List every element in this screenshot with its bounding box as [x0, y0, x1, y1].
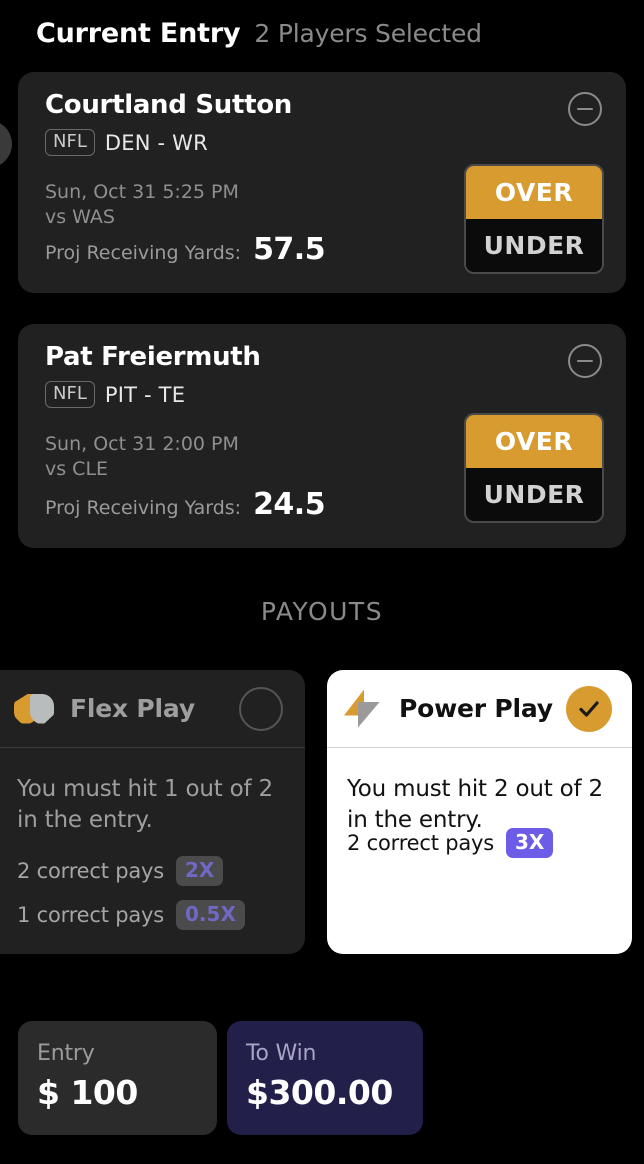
payout-option-body: You must hit 2 out of 2 in the entry. 2 … — [327, 748, 632, 954]
flex-play-icon — [14, 693, 54, 724]
payouts-heading: PAYOUTS — [260, 597, 384, 626]
multiplier-badge: 2X — [176, 856, 224, 886]
over-button[interactable]: OVER — [466, 166, 602, 219]
entry-towin-label: To Win — [246, 1041, 317, 1066]
player-stat: Proj Receiving Yards: 57.5 — [45, 232, 326, 267]
entry-stake-label: Entry — [37, 1041, 95, 1066]
payout-rule: 1 correct pays 0.5X — [17, 900, 245, 930]
over-under-toggle[interactable]: OVER UNDER — [464, 164, 604, 274]
stat-label: Proj Receiving Yards: — [45, 242, 242, 264]
payout-option-flex-play[interactable]: Flex Play You must hit 1 out of 2 in the… — [0, 670, 305, 954]
entry-stake-field[interactable]: Entry $ 100 — [18, 1021, 217, 1135]
payout-radio-selected[interactable] — [566, 685, 612, 732]
stat-value: 57.5 — [253, 232, 326, 267]
player-stat: Proj Receiving Yards: 24.5 — [45, 487, 326, 522]
entry-header: Current Entry 2 Players Selected — [36, 18, 482, 49]
payout-option-header: Power Play — [327, 670, 632, 748]
payout-option-title: Power Play — [399, 694, 553, 723]
payout-rule: 2 correct pays 2X — [17, 856, 245, 886]
minus-icon — [577, 360, 593, 362]
players-selected-count: 2 Players Selected — [254, 19, 482, 48]
payout-rules: 2 correct pays 3X — [347, 814, 554, 858]
remove-player-button[interactable] — [568, 92, 602, 126]
multiplier-badge: 0.5X — [176, 900, 245, 930]
player-team-position: DEN - WR — [104, 130, 208, 155]
rule-text: 1 correct pays — [17, 903, 165, 927]
minus-icon — [577, 108, 593, 110]
stat-value: 24.5 — [253, 487, 326, 522]
player-card[interactable]: Courtland Sutton NFL DEN - WR Sun, Oct 3… — [18, 72, 626, 293]
rule-text: 2 correct pays — [17, 859, 165, 883]
remove-player-button[interactable] — [568, 344, 602, 378]
over-under-toggle[interactable]: OVER UNDER — [464, 413, 604, 523]
player-name: Pat Freiermuth — [45, 342, 261, 372]
under-button[interactable]: UNDER — [466, 468, 602, 521]
player-meta: NFL DEN - WR — [45, 129, 208, 156]
player-name: Courtland Sutton — [45, 90, 292, 120]
player-team-position: PIT - TE — [104, 382, 186, 407]
entry-stake-value[interactable]: $ 100 — [37, 1073, 138, 1112]
entry-towin-box: To Win $300.00 — [227, 1021, 423, 1135]
page-title: Current Entry — [36, 18, 241, 49]
game-opponent: vs CLE — [45, 458, 109, 480]
game-time: Sun, Oct 31 5:25 PM — [45, 181, 239, 203]
payout-option-title: Flex Play — [70, 694, 195, 723]
game-time: Sun, Oct 31 2:00 PM — [45, 433, 239, 455]
payout-description: You must hit 1 out of 2 in the entry. — [17, 776, 273, 833]
player-card[interactable]: Pat Freiermuth NFL PIT - TE Sun, Oct 31 … — [18, 324, 626, 548]
game-opponent: vs WAS — [45, 206, 115, 228]
league-badge: NFL — [45, 381, 95, 408]
payout-radio-unselected[interactable] — [239, 686, 283, 731]
edge-circle-indicator — [0, 120, 12, 168]
over-button[interactable]: OVER — [466, 415, 602, 468]
entry-towin-value: $300.00 — [246, 1073, 393, 1112]
payout-option-body: You must hit 1 out of 2 in the entry. 2 … — [0, 748, 305, 954]
rule-text: 2 correct pays — [347, 831, 495, 855]
payout-rules: 2 correct pays 2X 1 correct pays 0.5X — [17, 842, 245, 930]
power-play-bolt-icon — [344, 689, 380, 728]
league-badge: NFL — [45, 129, 95, 156]
check-icon — [579, 700, 599, 717]
payout-option-header: Flex Play — [0, 670, 305, 748]
player-meta: NFL PIT - TE — [45, 381, 185, 408]
under-button[interactable]: UNDER — [466, 219, 602, 272]
multiplier-badge: 3X — [506, 828, 554, 858]
payout-option-power-play[interactable]: Power Play You must hit 2 out of 2 in th… — [327, 670, 632, 954]
stat-label: Proj Receiving Yards: — [45, 497, 242, 519]
payout-rule: 2 correct pays 3X — [347, 828, 554, 858]
